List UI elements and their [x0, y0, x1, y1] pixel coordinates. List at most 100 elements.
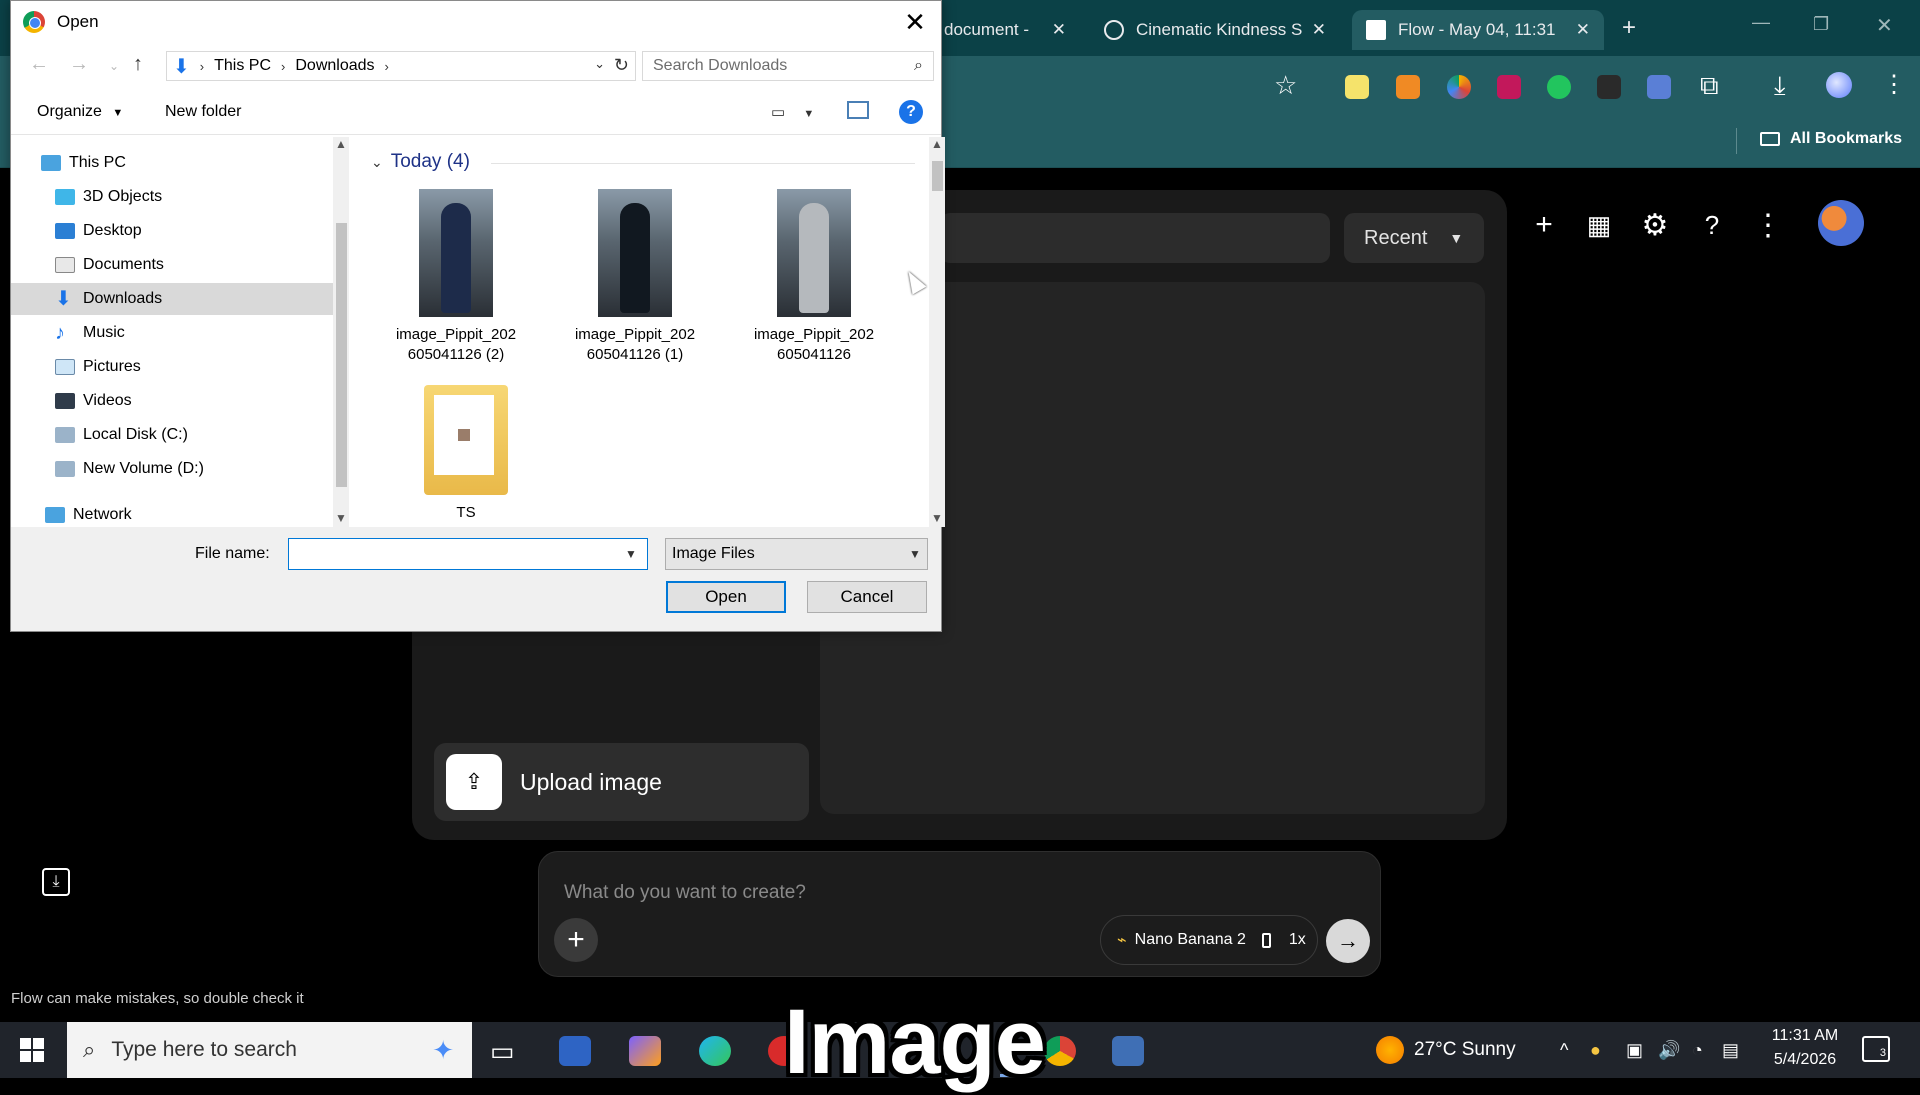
flow-search-bar[interactable]: [940, 213, 1330, 263]
notifications-icon[interactable]: 3: [1862, 1036, 1890, 1062]
tree-item-documents[interactable]: Documents: [11, 249, 333, 281]
wifi-icon[interactable]: ◔: [1692, 1040, 1703, 1061]
open-button[interactable]: Open: [666, 581, 786, 613]
tree-item-this-pc[interactable]: This PC: [11, 147, 333, 179]
chevron-down-icon[interactable]: ⌄: [594, 56, 605, 72]
chevron-down-icon[interactable]: ▼: [909, 547, 921, 561]
model-selector[interactable]: ⌁ Nano Banana 2 1x: [1100, 915, 1318, 965]
restore-icon[interactable]: ❐: [1813, 14, 1829, 35]
extension-slides-icon[interactable]: [1396, 75, 1420, 99]
tree-item-new-volume[interactable]: New Volume (D:): [11, 453, 333, 485]
breadcrumb-downloads[interactable]: Downloads: [295, 57, 374, 75]
cancel-button[interactable]: Cancel: [807, 581, 927, 613]
forward-arrow-icon[interactable]: →: [69, 53, 89, 76]
all-bookmarks[interactable]: All Bookmarks: [1760, 130, 1902, 148]
new-folder-button[interactable]: New folder: [165, 103, 241, 121]
prompt-input[interactable]: What do you want to create?: [564, 882, 806, 904]
back-arrow-icon[interactable]: ←: [29, 53, 49, 76]
tab-document[interactable]: document - ✕: [930, 10, 1080, 50]
tree-item-music[interactable]: ♪ Music: [11, 317, 333, 349]
copilot-icon[interactable]: [629, 1036, 661, 1066]
film-strip-icon[interactable]: ▦: [1579, 205, 1619, 245]
preview-pane-icon[interactable]: [847, 101, 869, 119]
chevron-up-icon[interactable]: ^: [1560, 1040, 1568, 1061]
extension-notes-icon[interactable]: [1345, 75, 1369, 99]
file-item[interactable]: image_Pippit_202 605041126: [739, 189, 889, 365]
tray-app-icon[interactable]: ●: [1590, 1040, 1601, 1061]
chrome-icon[interactable]: [1044, 1036, 1076, 1066]
add-media-button[interactable]: +: [554, 918, 598, 962]
scroll-up-icon[interactable]: ▲: [931, 137, 943, 151]
extension-shield-icon[interactable]: [1497, 75, 1521, 99]
store-icon[interactable]: [559, 1036, 591, 1066]
bookmark-star-icon[interactable]: ☆: [1274, 70, 1297, 101]
weather-widget[interactable]: 27°C Sunny: [1376, 1036, 1516, 1064]
archive-icon[interactable]: ⤓: [42, 868, 70, 896]
file-item[interactable]: image_Pippit_202 605041126 (2): [381, 189, 531, 365]
downloads-icon[interactable]: ⤓: [1774, 70, 1786, 102]
edge-icon[interactable]: [699, 1036, 731, 1066]
volume-icon[interactable]: 🔊: [1658, 1040, 1680, 1061]
desktop-icon: [55, 223, 75, 239]
scroll-up-icon[interactable]: ▲: [335, 137, 347, 151]
browser-menu-icon[interactable]: ⋮: [1882, 70, 1906, 99]
organize-menu[interactable]: Organize ▼: [37, 103, 123, 121]
minimize-icon[interactable]: —: [1752, 12, 1770, 33]
file-name-input[interactable]: [288, 538, 648, 570]
folder-item[interactable]: TS: [391, 385, 541, 523]
tree-item-videos[interactable]: Videos: [11, 385, 333, 417]
recent-locations-icon[interactable]: ⌄: [109, 59, 119, 73]
close-icon[interactable]: ✕: [1576, 20, 1590, 40]
change-view-button[interactable]: ▭ ▼: [771, 103, 814, 121]
close-icon[interactable]: ✕: [1312, 20, 1326, 40]
tree-item-local-disk[interactable]: Local Disk (C:): [11, 419, 333, 451]
settings-gear-icon[interactable]: ⚙: [1635, 205, 1675, 245]
network-icon[interactable]: ▤: [1722, 1040, 1739, 1061]
file-dialog-app-icon[interactable]: [1112, 1036, 1144, 1066]
group-header-today[interactable]: ⌄ Today (4): [371, 151, 470, 173]
help-icon[interactable]: ?: [1692, 205, 1732, 245]
tree-item-desktop[interactable]: Desktop: [11, 215, 333, 247]
add-icon[interactable]: +: [1524, 205, 1564, 245]
breadcrumb-this-pc[interactable]: This PC: [214, 57, 271, 75]
taskbar-clock[interactable]: 11:31 AM 5/4/2026: [1760, 1024, 1850, 1072]
extension-download-icon[interactable]: [1597, 75, 1621, 99]
extension-grammarly-icon[interactable]: [1547, 75, 1571, 99]
extension-color-icon[interactable]: [1447, 75, 1471, 99]
window-close-icon[interactable]: ✕: [1876, 13, 1893, 38]
up-arrow-icon[interactable]: ↑: [133, 53, 143, 76]
files-scroll-thumb[interactable]: [932, 161, 943, 191]
address-bar[interactable]: ⬇ › This PC › Downloads › ⌄ ↻: [166, 51, 636, 81]
file-item[interactable]: image_Pippit_202 605041126 (1): [560, 189, 710, 365]
tree-item-pictures[interactable]: Pictures: [11, 351, 333, 383]
user-avatar[interactable]: [1818, 200, 1864, 246]
banana-icon: ⌁: [1117, 932, 1127, 949]
tab-cinematic-kindness[interactable]: Cinematic Kindness S ✕: [1090, 10, 1340, 50]
recent-dropdown[interactable]: Recent ▼: [1344, 213, 1484, 263]
extensions-puzzle-icon[interactable]: ⧉: [1700, 70, 1719, 102]
tree-item-3d-objects[interactable]: 3D Objects: [11, 181, 333, 213]
file-type-select[interactable]: Image Files: [665, 538, 928, 570]
refresh-icon[interactable]: ↻: [614, 55, 629, 76]
search-downloads-input[interactable]: Search Downloads ⌕: [642, 51, 934, 81]
send-button[interactable]: →: [1326, 919, 1370, 963]
help-icon[interactable]: ?: [899, 100, 923, 124]
tab-flow[interactable]: Flow - May 04, 11:31 ✕: [1352, 10, 1604, 50]
upload-image-button[interactable]: ⇪ Upload image: [434, 743, 809, 821]
extension-screen-icon[interactable]: [1647, 75, 1671, 99]
meet-now-icon[interactable]: ▣: [1626, 1040, 1643, 1061]
taskbar-search[interactable]: ⌕ Type here to search ✦: [67, 1022, 472, 1078]
scroll-down-icon[interactable]: ▼: [931, 511, 943, 525]
new-tab-icon[interactable]: +: [1622, 14, 1636, 42]
profile-avatar[interactable]: [1826, 72, 1852, 98]
close-icon[interactable]: ✕: [899, 7, 931, 38]
tree-item-downloads[interactable]: ⬇ Downloads: [11, 283, 333, 315]
windows-start-icon[interactable]: [20, 1038, 44, 1062]
chevron-down-icon[interactable]: ▼: [625, 547, 637, 561]
close-icon[interactable]: ✕: [1052, 20, 1066, 40]
scroll-down-icon[interactable]: ▼: [335, 511, 347, 525]
tree-scroll-thumb[interactable]: [336, 223, 347, 487]
files-scrollbar[interactable]: ▲ ▼: [929, 137, 945, 527]
more-vert-icon[interactable]: ⋮: [1748, 205, 1788, 245]
task-view-icon[interactable]: ▭: [490, 1036, 515, 1067]
